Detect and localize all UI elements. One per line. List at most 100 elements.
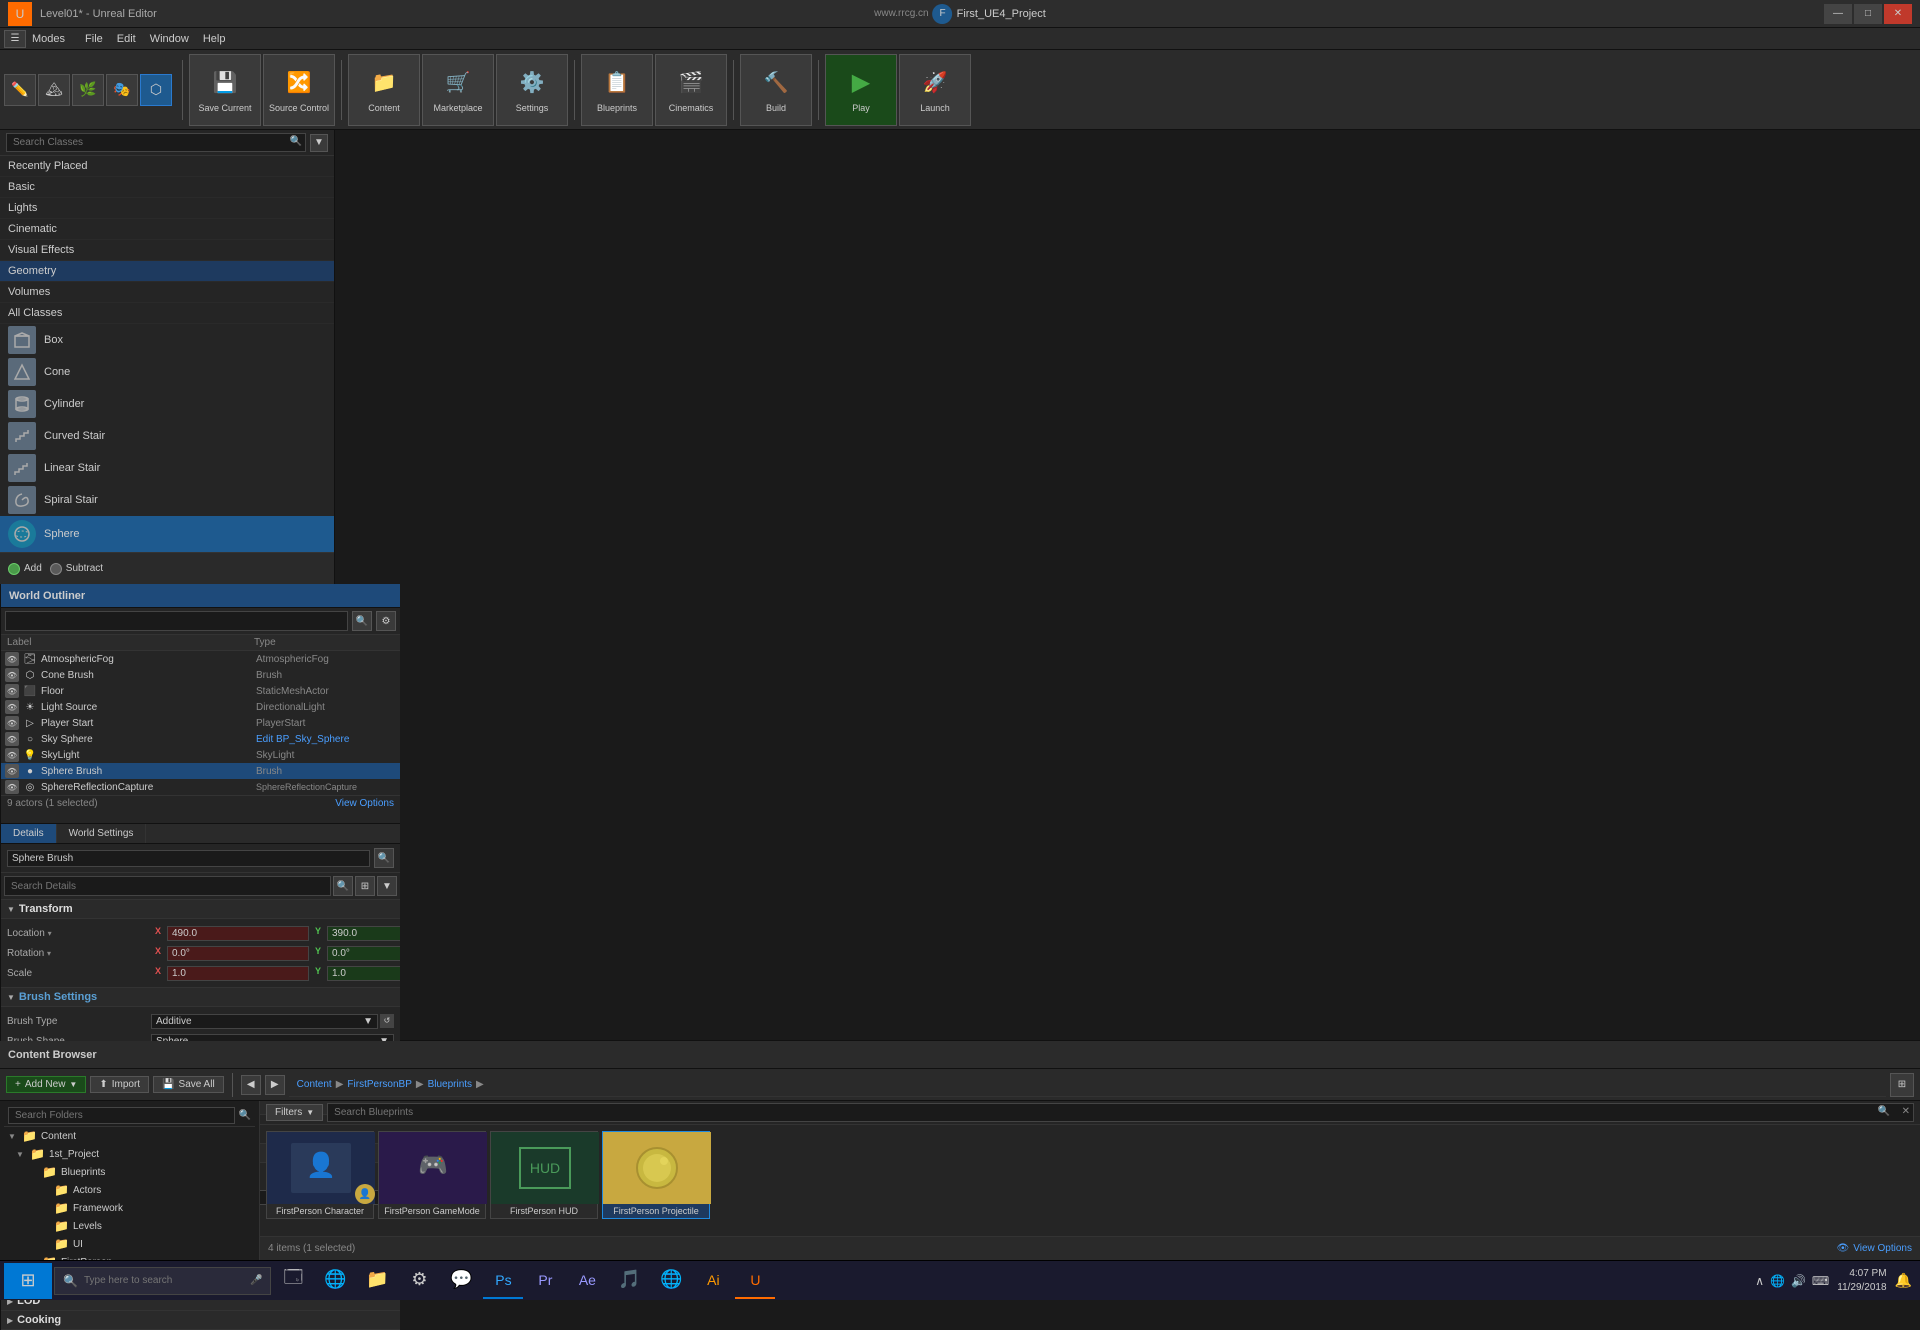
transform-section-header[interactable]: ▼ Transform — [1, 900, 400, 919]
sidebar-item-basic[interactable]: Basic — [0, 177, 334, 198]
table-row[interactable]: 👁 ▷ Player Start PlayerStart — [1, 715, 400, 731]
asset-item[interactable]: 🎮 FirstPerson GameMode — [378, 1131, 486, 1219]
clear-search-icon[interactable]: ✕ — [1902, 1106, 1910, 1117]
rotation-x-input[interactable] — [167, 946, 309, 961]
cinematics-button[interactable]: 🎬 Cinematics — [655, 54, 727, 126]
maximize-button[interactable]: □ — [1854, 4, 1882, 24]
brush-type-reset[interactable]: ↺ — [380, 1014, 394, 1028]
outliner-search-input[interactable] — [5, 611, 348, 631]
modes-toggle[interactable]: ☰ — [4, 30, 26, 48]
sidebar-item-cinematic[interactable]: Cinematic — [0, 219, 334, 240]
rotation-y-input[interactable] — [327, 946, 400, 961]
chevron-up-icon[interactable]: ∧ — [1755, 1274, 1764, 1288]
help-menu[interactable]: Help — [197, 33, 232, 45]
search-bar-button[interactable]: 🔍 🎤 — [54, 1267, 271, 1295]
close-button[interactable]: ✕ — [1884, 4, 1912, 24]
import-button[interactable]: ⬆ Import — [90, 1076, 149, 1093]
asset-item[interactable]: 👤 👤 FirstPerson Character — [266, 1131, 374, 1219]
visibility-icon[interactable]: 👁 — [5, 748, 19, 762]
mode-btn-3[interactable]: 🌿 — [72, 74, 104, 106]
actor-name-input[interactable] — [7, 850, 370, 867]
taskbar-ae[interactable]: Ae — [567, 1263, 607, 1299]
folder-item[interactable]: ▼ 📁 1st_Project — [4, 1145, 255, 1163]
folder-item[interactable]: 📁 Actors — [4, 1181, 255, 1199]
sidebar-item-all-classes[interactable]: All Classes — [0, 303, 334, 324]
list-item[interactable]: Linear Stair — [0, 452, 334, 484]
outliner-search-button[interactable]: 🔍 — [352, 611, 372, 631]
taskbar-explorer[interactable]: 📁 — [357, 1263, 397, 1299]
visibility-icon[interactable]: 👁 — [5, 780, 19, 794]
scale-y-input[interactable] — [327, 966, 400, 981]
browse-button[interactable]: 🔍 — [374, 848, 394, 868]
edit-menu[interactable]: Edit — [111, 33, 142, 45]
filters-button[interactable]: Filters ▼ — [266, 1104, 323, 1121]
list-item[interactable]: Box — [0, 324, 334, 356]
mode-btn-5[interactable]: ⬡ — [140, 74, 172, 106]
scale-x-input[interactable] — [167, 966, 309, 981]
taskbar-task-view[interactable]: 🗔 — [273, 1263, 313, 1299]
search-classes-input[interactable] — [6, 133, 306, 152]
search-details-button[interactable]: 🔍 — [333, 876, 353, 896]
visibility-icon[interactable]: 👁 — [5, 716, 19, 730]
sidebar-item-geometry[interactable]: Geometry — [0, 261, 334, 282]
table-row[interactable]: 👁 ● Sphere Brush Brush — [1, 763, 400, 779]
details-filter-button[interactable]: ▼ — [377, 876, 397, 896]
taskbar-ai[interactable]: Ai — [693, 1263, 733, 1299]
brush-type-dropdown[interactable]: Additive ▼ — [151, 1014, 378, 1029]
notification-button[interactable]: 🔔 — [1895, 1272, 1912, 1289]
outliner-settings-button[interactable]: ⚙ — [376, 611, 396, 631]
details-grid-button[interactable]: ⊞ — [355, 876, 375, 896]
table-row[interactable]: 👁 ◎ SphereReflectionCapture SphereReflec… — [1, 779, 400, 795]
table-row[interactable]: 👁 ⬛ Floor StaticMeshActor — [1, 683, 400, 699]
visibility-icon[interactable]: 👁 — [5, 652, 19, 666]
marketplace-button[interactable]: 🛒 Marketplace — [422, 54, 494, 126]
taskbar-search-input[interactable] — [84, 1275, 244, 1286]
visibility-icon[interactable]: 👁 — [5, 684, 19, 698]
table-row[interactable]: 👁 ⬡ Cone Brush Brush — [1, 667, 400, 683]
filter-button[interactable]: ▼ — [310, 134, 328, 152]
taskbar-unreal[interactable]: U — [735, 1263, 775, 1299]
launch-button[interactable]: 🚀 Launch — [899, 54, 971, 126]
cb-view-toggle[interactable]: ⊞ — [1890, 1073, 1914, 1097]
brush-settings-section-header[interactable]: ▼ Brush Settings — [1, 988, 400, 1007]
start-button[interactable]: ⊞ — [4, 1263, 52, 1299]
taskbar-ie[interactable]: 🌐 — [651, 1263, 691, 1299]
folder-item[interactable]: 📁 Framework — [4, 1199, 255, 1217]
minimize-button[interactable]: — — [1824, 4, 1852, 24]
sidebar-item-lights[interactable]: Lights — [0, 198, 334, 219]
table-row[interactable]: 👁 💡 SkyLight SkyLight — [1, 747, 400, 763]
taskbar-premiere[interactable]: Pr — [525, 1263, 565, 1299]
table-row[interactable]: 👁 ☀ Light Source DirectionalLight — [1, 699, 400, 715]
folder-item[interactable]: 📁 Levels — [4, 1217, 255, 1235]
add-new-button[interactable]: + Add New ▼ — [6, 1076, 86, 1093]
sidebar-item-recently-placed[interactable]: Recently Placed — [0, 156, 334, 177]
forward-button[interactable]: ▶ — [265, 1075, 285, 1095]
taskbar-chat[interactable]: 💬 — [441, 1263, 481, 1299]
play-button[interactable]: ▶ Play — [825, 54, 897, 126]
content-button[interactable]: 📁 Content — [348, 54, 420, 126]
taskbar-ps[interactable]: Ps — [483, 1263, 523, 1299]
location-y-input[interactable] — [327, 926, 400, 941]
network-icon[interactable]: 🌐 — [1770, 1274, 1785, 1288]
table-row[interactable]: 👁 ○ Sky Sphere Edit BP_Sky_Sphere — [1, 731, 400, 747]
sidebar-item-volumes[interactable]: Volumes — [0, 282, 334, 303]
list-item[interactable]: Sphere — [0, 516, 334, 552]
visibility-icon[interactable]: 👁 — [5, 732, 19, 746]
mode-btn-2[interactable]: 🏔 — [38, 74, 70, 106]
add-mode-button[interactable]: Add — [8, 563, 42, 575]
list-item[interactable]: Cone — [0, 356, 334, 388]
taskbar-music[interactable]: 🎵 — [609, 1263, 649, 1299]
tab-world-settings[interactable]: World Settings — [57, 824, 147, 843]
tab-details[interactable]: Details — [1, 824, 57, 843]
file-menu[interactable]: File — [79, 33, 109, 45]
cooking-section-header[interactable]: ▶ Cooking — [1, 1311, 400, 1330]
path-part-firstpersonbp[interactable]: FirstPersonBP — [347, 1079, 411, 1090]
save-current-button[interactable]: 💾 Save Current — [189, 54, 261, 126]
taskbar-settings[interactable]: ⚙ — [399, 1263, 439, 1299]
asset-item[interactable]: HUD FirstPerson HUD — [490, 1131, 598, 1219]
folder-item[interactable]: 📁 Blueprints — [4, 1163, 255, 1181]
folder-item[interactable]: ▶ 📁 FirstPerson — [4, 1253, 255, 1260]
sidebar-item-visual-effects[interactable]: Visual Effects — [0, 240, 334, 261]
mode-btn-4[interactable]: 🎭 — [106, 74, 138, 106]
folder-item[interactable]: 📁 UI — [4, 1235, 255, 1253]
